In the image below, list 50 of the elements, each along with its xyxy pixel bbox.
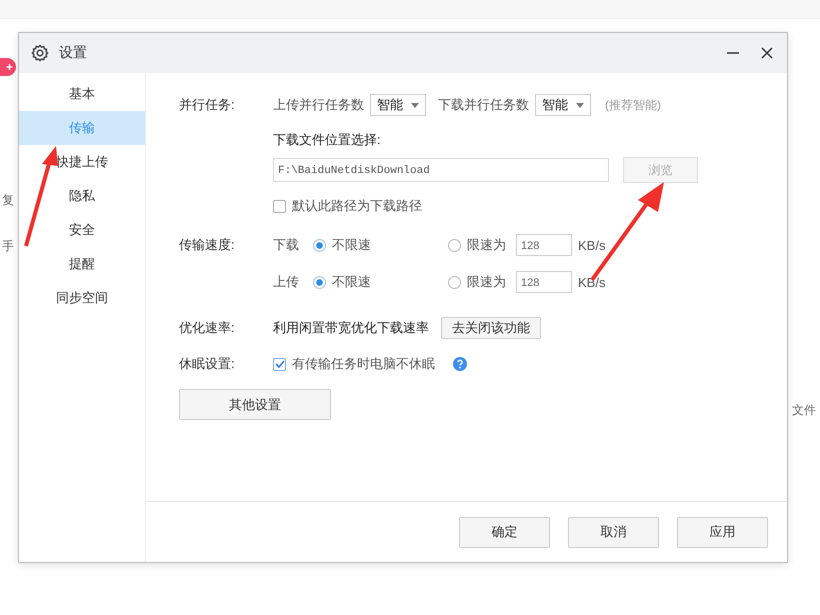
path-field[interactable]: F:\BaiduNetdiskDownload [273, 158, 609, 182]
sidebar-item[interactable]: 隐私 [19, 179, 145, 213]
caret-icon [576, 102, 584, 108]
sidebar-item[interactable]: 安全 [19, 213, 145, 247]
checkbox[interactable] [273, 200, 286, 212]
hint-text: (推荐智能) [605, 96, 661, 114]
window-title: 设置 [59, 44, 87, 62]
unit-label: KB/s [578, 238, 606, 252]
sidebar-item[interactable]: 基本 [19, 77, 145, 111]
sidebar-item[interactable]: 提醒 [19, 247, 145, 281]
radio-label: 限速为 [467, 273, 506, 291]
background-text: 复 [2, 192, 14, 209]
checkbox-label: 有传输任务时电脑不休眠 [292, 355, 435, 373]
radio-label: 不限速 [332, 273, 372, 291]
speed-input[interactable]: 128 [516, 271, 572, 293]
radio-button[interactable] [313, 276, 326, 288]
field-label: 上传并行任务数 [273, 96, 364, 114]
settings-icon [31, 44, 49, 62]
radio-button[interactable] [448, 238, 461, 252]
dropdown[interactable]: 智能 [370, 94, 426, 116]
other-settings-button[interactable]: 其他设置 [179, 389, 331, 420]
unit-label: KB/s [578, 274, 606, 290]
description-text: 利用闲置带宽优化下载速率 [273, 319, 429, 337]
checkbox[interactable] [273, 358, 286, 370]
section-label: 并行任务: [179, 96, 236, 114]
checkbox-label: 默认此路径为下载路径 [292, 197, 422, 215]
section-label: 优化速率: [179, 319, 236, 337]
dialog-button[interactable]: 应用 [677, 516, 768, 548]
field-label: 下载并行任务数 [438, 96, 529, 114]
dialog-button[interactable]: 取消 [568, 516, 659, 548]
speed-input[interactable]: 128 [516, 234, 572, 256]
disable-feature-button[interactable]: 去关闭该功能 [441, 317, 541, 339]
radio-label: 不限速 [332, 236, 372, 254]
close-icon[interactable] [759, 45, 775, 61]
background-text: 文件 [792, 402, 816, 419]
radio-label: 限速为 [467, 236, 506, 254]
radio-button[interactable] [313, 238, 326, 252]
help-icon[interactable] [453, 357, 467, 371]
section-label: 休眠设置: [179, 355, 236, 373]
dialog-button[interactable]: 确定 [459, 516, 550, 548]
dropdown[interactable]: 智能 [535, 94, 591, 116]
notification-badge: + [0, 58, 16, 76]
field-label: 上传 [273, 273, 300, 291]
radio-button[interactable] [448, 276, 461, 288]
section-label: 传输速度: [179, 236, 236, 254]
sidebar-item[interactable]: 同步空间 [19, 281, 145, 315]
caret-icon [411, 102, 419, 108]
background-text: 手 [2, 238, 14, 255]
field-label: 下载 [273, 236, 300, 254]
field-label: 下载文件位置选择: [273, 131, 381, 149]
